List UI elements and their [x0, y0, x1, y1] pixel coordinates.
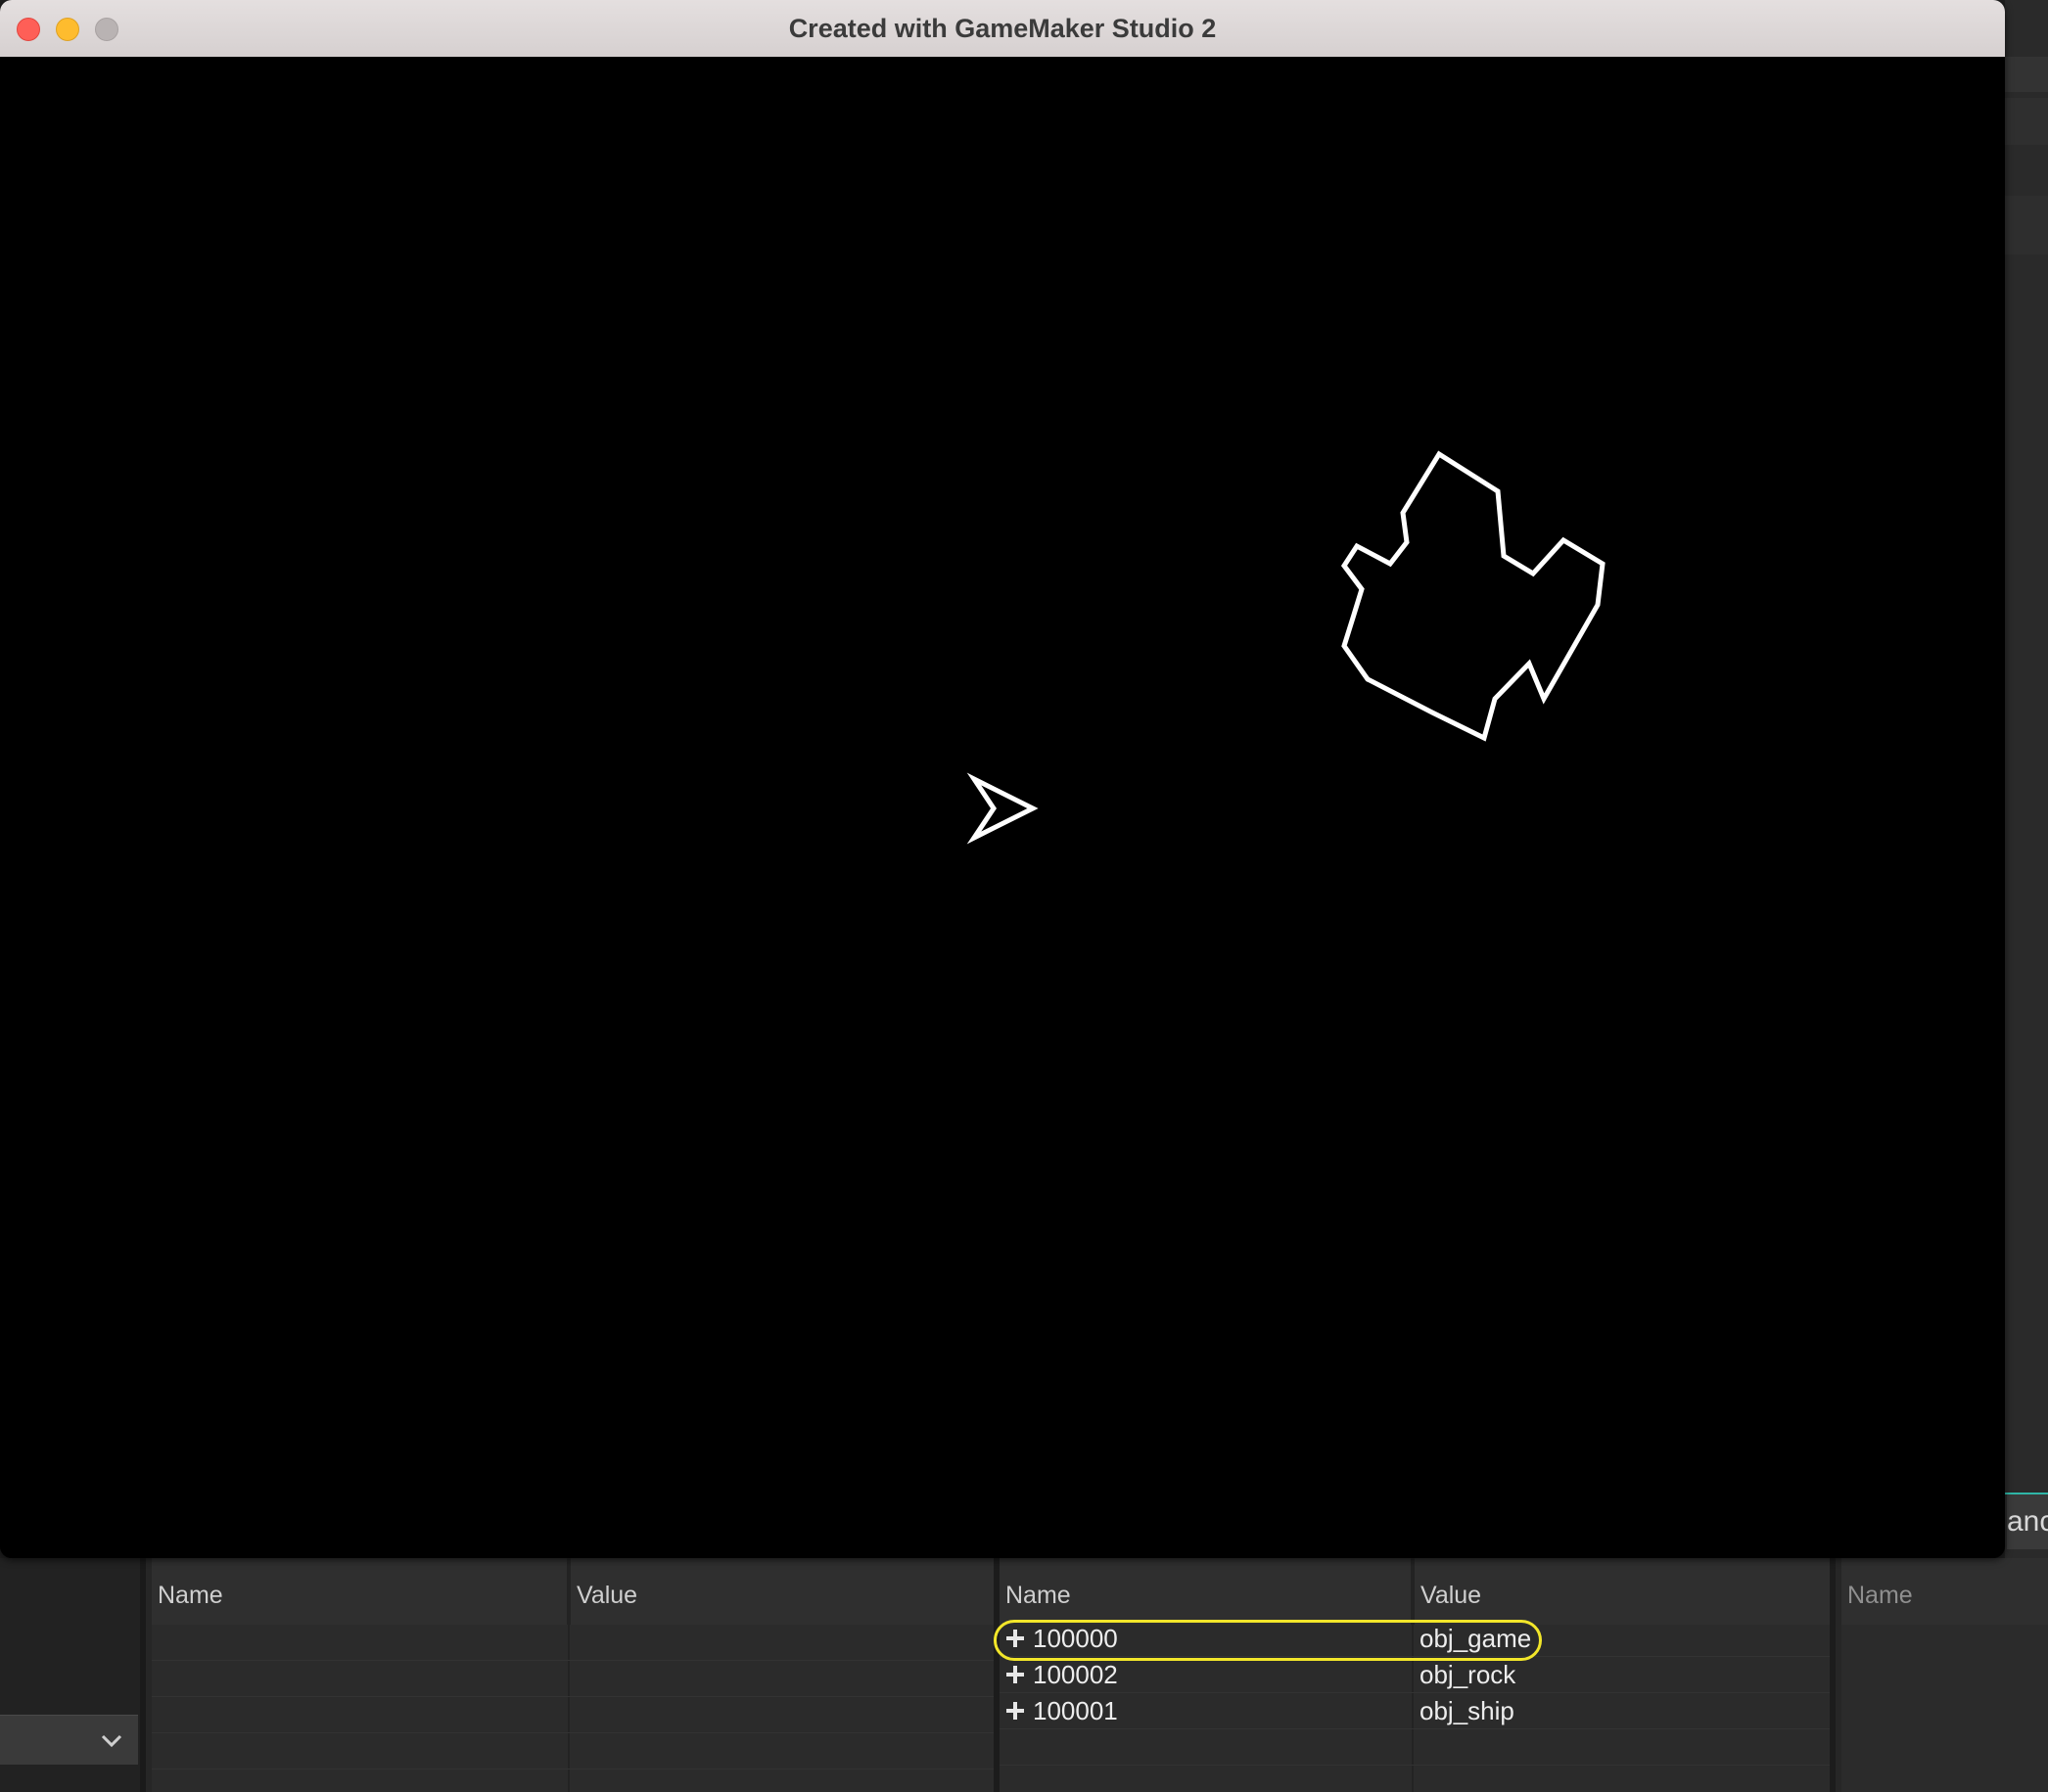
chevron-down-icon [101, 1734, 122, 1748]
instance-id: 100002 [1033, 1660, 1118, 1689]
ide-toolbar-band [2005, 196, 2048, 254]
table-row [152, 1697, 994, 1733]
ide-toolbar-band [2005, 57, 2048, 92]
instance-row-obj-ship[interactable]: 100001 obj_ship [1000, 1693, 1830, 1729]
table-row [152, 1661, 994, 1697]
instance-id: 100000 [1033, 1624, 1118, 1653]
locals-name-header[interactable]: Name [152, 1558, 567, 1625]
expand-plus-icon[interactable] [1006, 1630, 1024, 1647]
ide-right-strip: ance [2005, 0, 2048, 1792]
instances-panel: Name Value 100000 obj_game 100002 obj_ro… [1000, 1558, 1836, 1792]
instance-object: obj_game [1420, 1624, 1532, 1653]
locals-value-header[interactable]: Value [571, 1558, 994, 1625]
instances-value-header[interactable]: Value [1415, 1558, 1830, 1625]
table-row [1000, 1729, 1830, 1766]
window-title: Created with GameMaker Studio 2 [788, 14, 1217, 43]
instance-id: 100001 [1033, 1696, 1118, 1725]
watch-header: Name [1841, 1558, 2048, 1625]
table-row [152, 1733, 994, 1769]
ide-tab-instances[interactable]: ance [2007, 1494, 2048, 1549]
watch-panel: Name [1841, 1558, 2048, 1792]
table-row [152, 1625, 994, 1661]
instance-row-obj-game[interactable]: 100000 obj_game [1000, 1621, 1830, 1657]
instances-name-header[interactable]: Name [1000, 1558, 1411, 1625]
debugger-left-gutter [0, 1558, 146, 1792]
watch-name-header[interactable]: Name [1841, 1558, 2042, 1625]
game-canvas[interactable] [0, 57, 2005, 1558]
instance-row-obj-rock[interactable]: 100002 obj_rock [1000, 1657, 1830, 1693]
instance-object: obj_ship [1420, 1696, 1514, 1725]
game-window: Created with GameMaker Studio 2 [0, 0, 2005, 1558]
locals-panel: Name Value [152, 1558, 1000, 1792]
instances-header: Name Value [1000, 1558, 1830, 1625]
debugger-area: Name Value Name Value 100000 obj_game 10… [0, 1558, 2048, 1792]
window-titlebar[interactable]: Created with GameMaker Studio 2 [0, 0, 2005, 58]
locals-header: Name Value [152, 1558, 994, 1625]
expand-plus-icon[interactable] [1006, 1702, 1024, 1720]
ide-toolbar-band [2005, 98, 2048, 145]
scope-dropdown[interactable] [0, 1715, 138, 1765]
instance-object: obj_rock [1420, 1660, 1516, 1689]
expand-plus-icon[interactable] [1006, 1666, 1024, 1683]
